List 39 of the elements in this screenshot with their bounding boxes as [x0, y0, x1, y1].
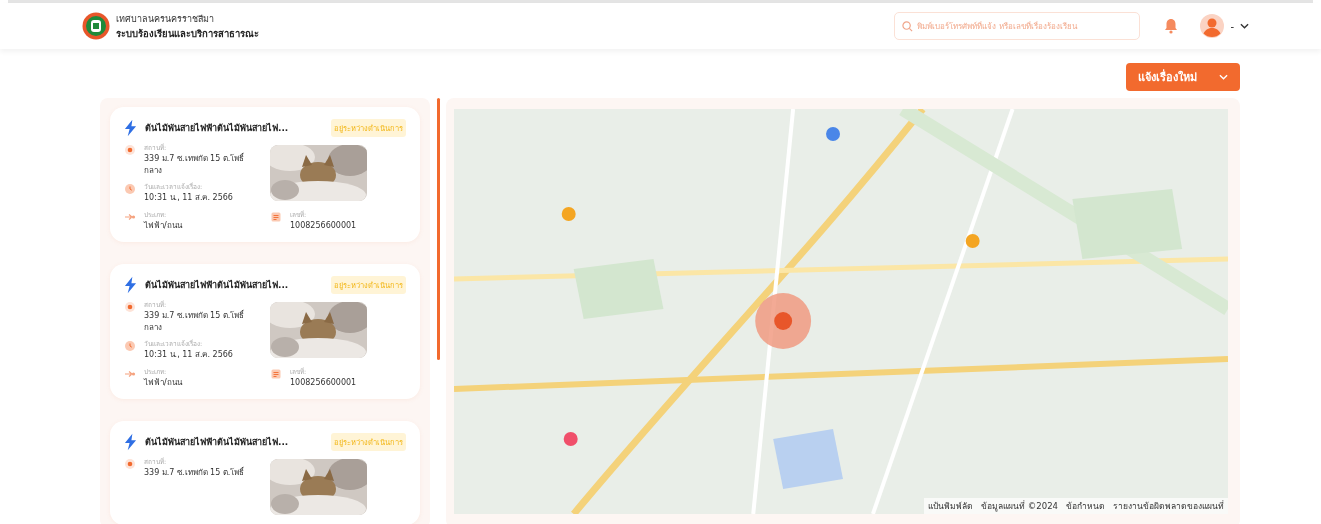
document-icon [270, 368, 282, 380]
field-value: 339 ม.7 ซ.เทพกัด 15 ต.โพธิ์กลาง [144, 310, 246, 334]
lightning-icon [124, 119, 137, 137]
field-value: ไฟฟ้า/ถนน [144, 220, 182, 232]
map-attribution-link[interactable]: แป้นพิมพ์ลัด [928, 499, 974, 513]
chevron-down-icon[interactable] [1240, 23, 1249, 29]
system-name: ระบบร้องเรียนและบริการสาธารณะ [116, 26, 259, 41]
location-dot-icon [124, 144, 136, 156]
document-icon [270, 211, 282, 223]
organization-name: เทศบาลนครนครราชสีมา [116, 12, 215, 26]
clock-icon [124, 340, 136, 352]
location-dot-icon [124, 458, 136, 470]
map-attribution-link[interactable]: รายงานข้อผิดพลาดของแผนที่ [1113, 499, 1224, 513]
lightning-icon [124, 433, 137, 451]
seal-logo-icon [82, 12, 110, 40]
search-icon [902, 21, 914, 32]
scrollbar[interactable] [437, 98, 440, 360]
location-dot-icon [124, 301, 136, 313]
map-attribution-link[interactable]: ข้อกำหนด [1066, 499, 1105, 513]
complaint-title: ต้นไม้พันสายไฟฟ้าต้นไม้พันสายไฟ... [145, 122, 290, 135]
user-name: - [1230, 20, 1234, 32]
map-attribution-link[interactable]: ข้อมูลแผนที่ ©2024 [981, 499, 1058, 513]
field-value: 10:31 น., 11 ส.ค. 2566 [144, 192, 233, 204]
field-value: 339 ม.7 ซ.เทพกัด 15 ต.โพธิ์ [144, 467, 245, 479]
search-field[interactable]: พิมพ์เบอร์โทรศัพท์ที่แจ้ง หรือเลขที่เรื่องร้องเรียน [894, 12, 1141, 40]
field-value: 1008256600001 [290, 377, 357, 389]
field-value: 339 ม.7 ซ.เทพกัด 15 ต.โพธิ์กลาง [144, 153, 246, 177]
chevron-down-icon [1219, 74, 1228, 80]
category-arrow-icon [124, 368, 136, 380]
bell-icon[interactable] [1164, 18, 1179, 34]
field-value: ไฟฟ้า/ถนน [144, 377, 182, 389]
complaint-title: ต้นไม้พันสายไฟฟ้าต้นไม้พันสายไฟ... [145, 436, 290, 449]
complaint-title: ต้นไม้พันสายไฟฟ้าต้นไม้พันสายไฟ... [145, 279, 290, 292]
field-value: 1008256600001 [290, 220, 357, 232]
field-value: 10:31 น., 11 ส.ค. 2566 [144, 349, 233, 361]
avatar-icon[interactable] [1200, 14, 1225, 38]
lightning-icon [124, 276, 137, 294]
clock-icon [124, 183, 136, 195]
category-arrow-icon [124, 211, 136, 223]
